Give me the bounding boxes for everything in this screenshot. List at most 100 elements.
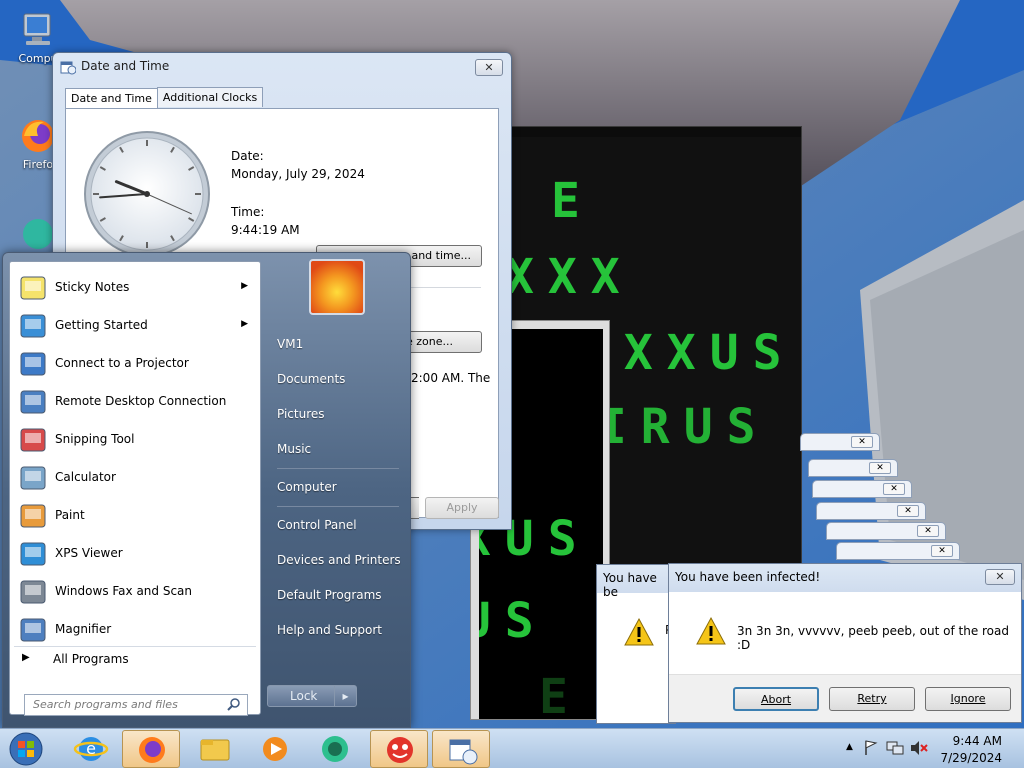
- start-menu-item-label: Calculator: [55, 470, 116, 484]
- start-menu-item[interactable]: Magnifier: [14, 612, 256, 648]
- taskbar-datetime[interactable]: [432, 730, 490, 768]
- dialog-title: You have been infected!: [675, 570, 821, 584]
- start-menu-item-label: Getting Started: [55, 318, 148, 332]
- start-menu-item-label: XPS Viewer: [55, 546, 123, 560]
- start-menu-item[interactable]: Sticky Notes ▶: [14, 270, 256, 306]
- error-dialog-back[interactable]: You have be P: [596, 564, 676, 724]
- taskbar-virus-app[interactable]: [370, 730, 428, 768]
- user-name-link[interactable]: VM1: [277, 337, 303, 351]
- start-menu-item-label: Magnifier: [55, 622, 112, 636]
- close-icon[interactable]: ✕: [917, 525, 939, 537]
- ie-icon: e: [73, 737, 109, 761]
- explorer-icon: [200, 739, 230, 761]
- datetime-icon: [449, 739, 478, 765]
- close-icon[interactable]: ✕: [883, 483, 905, 495]
- close-icon[interactable]: ✕: [851, 436, 873, 448]
- close-button[interactable]: ✕: [985, 569, 1015, 585]
- volume-muted-icon[interactable]: [910, 740, 928, 759]
- datetime-icon: [60, 59, 77, 78]
- error-dialog-stacked[interactable]: ✕: [808, 459, 898, 477]
- close-icon[interactable]: ✕: [869, 462, 891, 474]
- devices-printers-link[interactable]: Devices and Printers: [277, 553, 401, 567]
- default-programs-link[interactable]: Default Programs: [277, 588, 382, 602]
- abort-button[interactable]: Abort: [733, 687, 819, 711]
- start-menu-item[interactable]: Paint: [14, 498, 256, 534]
- window-title: Date and Time: [81, 59, 170, 73]
- start-menu-item[interactable]: Connect to a Projector: [14, 346, 256, 382]
- scissors-icon: [18, 425, 48, 455]
- action-center-flag-icon[interactable]: [864, 740, 878, 759]
- time-value: 9:44:19 AM: [231, 223, 300, 237]
- control-panel-link[interactable]: Control Panel: [277, 518, 357, 532]
- all-programs-button[interactable]: ▶ All Programs: [14, 646, 256, 670]
- music-link[interactable]: Music: [277, 442, 311, 456]
- chat-icon: [322, 736, 348, 762]
- start-menu-places: VM1 Documents Pictures Music Computer Co…: [263, 253, 411, 729]
- time-label: Time:: [231, 205, 265, 219]
- taskbar-firefox[interactable]: [122, 730, 180, 768]
- virus-app-icon: [387, 737, 413, 763]
- lock-options-arrow-icon[interactable]: ▸: [334, 686, 356, 706]
- submenu-arrow-icon[interactable]: ▶: [241, 319, 248, 329]
- getting-started-icon: [18, 311, 48, 341]
- pictures-link[interactable]: Pictures: [277, 407, 325, 421]
- desktop-icon-label: Firefo: [22, 158, 54, 171]
- start-button[interactable]: [6, 730, 46, 768]
- start-menu-item[interactable]: Calculator: [14, 460, 256, 496]
- virus-text: E: [539, 669, 582, 719]
- taskbar-chat[interactable]: [306, 730, 364, 768]
- apply-button[interactable]: Apply: [425, 497, 499, 519]
- start-menu-item[interactable]: Getting Started ▶: [14, 308, 256, 344]
- fax-icon: [18, 577, 48, 607]
- lock-button[interactable]: Lock ▸: [267, 685, 357, 707]
- tab-strip: Date and Time Additional Clocks: [65, 87, 264, 109]
- date-label: Date:: [231, 149, 264, 163]
- retry-button[interactable]: Retry: [829, 687, 915, 711]
- search-icon[interactable]: [227, 697, 241, 714]
- user-avatar[interactable]: [309, 259, 365, 315]
- close-icon[interactable]: ✕: [931, 545, 953, 557]
- lock-label: Lock: [290, 689, 318, 703]
- taskbar-ie[interactable]: e: [62, 730, 120, 768]
- start-menu-item-label: Sticky Notes: [55, 280, 130, 294]
- tab-date-and-time[interactable]: Date and Time: [65, 88, 158, 108]
- tab-additional-clocks[interactable]: Additional Clocks: [156, 87, 264, 107]
- taskbar-explorer[interactable]: [186, 730, 244, 768]
- error-dialog-stacked[interactable]: ✕: [826, 522, 946, 540]
- start-menu-item[interactable]: Snipping Tool: [14, 422, 256, 458]
- close-icon[interactable]: ✕: [897, 505, 919, 517]
- firefox-icon: [139, 737, 165, 763]
- error-dialog-stacked[interactable]: ✕: [816, 502, 926, 520]
- start-menu-item[interactable]: XPS Viewer: [14, 536, 256, 572]
- search-placeholder: Search programs and files: [33, 698, 178, 711]
- warning-icon: [623, 617, 655, 647]
- virus-text: RUS: [479, 593, 548, 649]
- analog-clock: [84, 131, 210, 257]
- error-dialog-stacked[interactable]: ✕: [800, 433, 880, 451]
- taskbar-media-player[interactable]: [246, 730, 304, 768]
- help-support-link[interactable]: Help and Support: [277, 623, 382, 637]
- virus-text: EXXUS: [581, 325, 796, 381]
- ignore-button[interactable]: Ignore: [925, 687, 1011, 711]
- error-dialog-stacked[interactable]: ✕: [812, 480, 912, 498]
- search-input[interactable]: Search programs and files: [24, 694, 248, 716]
- start-menu-item-label: Paint: [55, 508, 85, 522]
- arrow-right-icon: ▶: [22, 652, 30, 663]
- submenu-arrow-icon[interactable]: ▶: [241, 281, 248, 291]
- taskbar-time[interactable]: 9:44 AM: [953, 734, 1002, 748]
- network-icon[interactable]: [886, 740, 904, 759]
- xps-viewer-icon: [18, 539, 48, 569]
- start-menu-programs: Sticky Notes ▶ Getting Started ▶ Connect to …: [9, 261, 261, 716]
- error-dialog-stacked[interactable]: ✕: [836, 542, 960, 560]
- computer-link[interactable]: Computer: [277, 480, 337, 494]
- error-dialog[interactable]: You have been infected! ✕ 3n 3n 3n, vvvv…: [668, 563, 1022, 723]
- taskbar-date[interactable]: 7/29/2024: [940, 751, 1002, 765]
- start-menu-item[interactable]: Remote Desktop Connection: [14, 384, 256, 420]
- close-button[interactable]: ✕: [475, 59, 503, 76]
- all-programs-label: All Programs: [53, 652, 129, 666]
- warning-icon: [695, 616, 727, 646]
- show-hidden-icons-icon[interactable]: ▲: [846, 742, 853, 752]
- windows-orb-icon: [9, 732, 43, 766]
- start-menu-item[interactable]: Windows Fax and Scan: [14, 574, 256, 610]
- documents-link[interactable]: Documents: [277, 372, 345, 386]
